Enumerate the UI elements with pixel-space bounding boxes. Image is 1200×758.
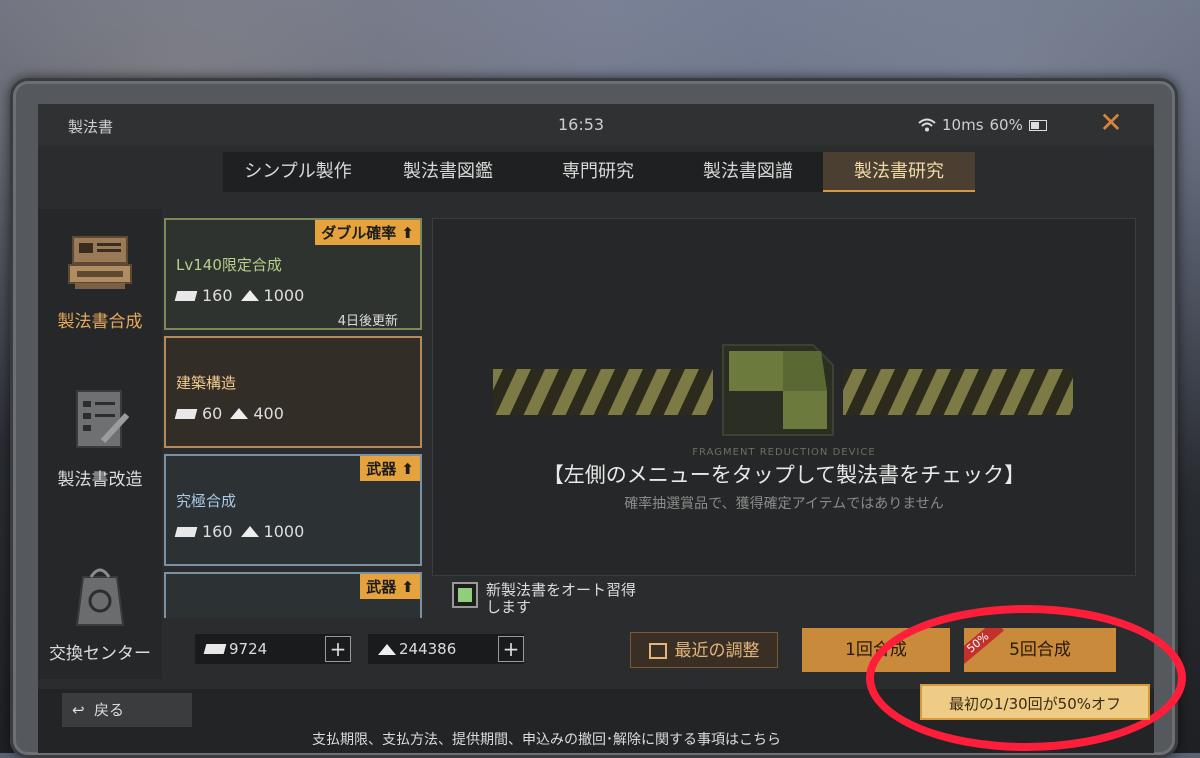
left-nav: 製法書合成 製法書改造 交換センター [38,209,162,679]
ticket-icon [174,408,198,419]
gold-icon [240,526,259,537]
gold-amount: 244386 [399,640,457,658]
recipe-card[interactable]: 武器 ⬆ [164,572,422,618]
auto-learn-option[interactable]: 新製法書をオート習得 します [452,582,636,616]
highlight-circle [866,605,1186,751]
title-bar: 製法書 16:53 10ms 60% ✕ [38,104,1154,146]
promo-tooltip: 最初の1/30回が50%オフ [920,684,1150,720]
wifi-icon [918,118,936,132]
card-tag: 武器 ⬆ [360,574,420,599]
back-button[interactable]: ↩ 戻る [62,693,192,727]
fragment-device-graphic [493,339,1073,439]
detail-panel: FRAGMENT REDUCTION DEVICE 【左側のメニューをタップして… [432,218,1136,576]
window-title: 製法書 [68,118,114,136]
gold-icon [378,643,396,655]
card-cost: 160 1000 [174,286,305,305]
gold-cost: 400 [253,404,284,423]
nav-label-modify: 製法書改造 [57,470,143,490]
battery-icon [1028,119,1047,131]
ping-text: 10ms [942,116,984,134]
card-cost: 60 400 [174,404,284,423]
ticket-icon [174,290,198,301]
legal-link[interactable]: 支払期限、支払方法、提供期間、申込みの撤回･解除に関する事項はこちら [312,729,781,749]
auto-learn-checkbox[interactable] [452,582,478,608]
add-tickets-button[interactable]: + [325,636,351,662]
ticket-amount: 9724 [229,640,268,658]
close-button[interactable]: ✕ [1096,108,1126,138]
gold-balance: 244386 + [368,634,524,664]
nav-item-exchange[interactable]: 交換センター [38,559,162,664]
ticket-icon [203,644,227,654]
tab-recipe-chart[interactable]: 製法書図譜 [673,152,823,192]
gold-icon [240,290,259,301]
nav-label-synthesis: 製法書合成 [57,312,143,332]
tab-bar: シンプル製作 製法書図鑑 専門研究 製法書図譜 製法書研究 [223,152,975,192]
tab-recipe-catalog[interactable]: 製法書図鑑 [373,152,523,192]
device-caption: FRAGMENT REDUCTION DEVICE [692,447,876,458]
modify-icon [76,390,130,448]
ticket-cost: 160 [202,522,233,541]
card-refresh: 4日後更新 [337,314,398,329]
gold-icon [230,408,249,419]
card-tag: 武器 ⬆ [360,456,420,481]
card-tag: ダブル確率 ⬆ [315,220,420,245]
ticket-icon [174,526,198,537]
hint-main: 【左側のメニューをタップして製法書をチェック】 [542,463,1026,487]
card-cost: 160 1000 [174,522,305,541]
synthesis-icon [68,236,132,289]
card-name: 建築構造 [176,374,237,392]
tab-simple-craft[interactable]: シンプル製作 [223,152,373,192]
gold-cost: 1000 [263,522,305,541]
gold-cost: 1000 [263,286,305,305]
hint-sub: 確率抽選賞品で、獲得確定アイテムではありません [624,496,944,512]
nav-item-modify[interactable]: 製法書改造 [38,385,162,490]
ticket-cost: 60 [202,404,223,423]
calendar-icon [648,643,667,659]
nav-item-synthesis[interactable]: 製法書合成 [38,227,162,332]
card-name: 究極合成 [176,492,237,510]
tab-special-research[interactable]: 専門研究 [523,152,673,192]
nav-label-exchange: 交換センター [49,644,151,664]
ticket-cost: 160 [202,286,233,305]
tab-recipe-research[interactable]: 製法書研究 [823,152,975,192]
close-icon: ✕ [1099,106,1123,139]
auto-learn-label: 新製法書をオート習得 します [486,581,637,616]
recipe-card[interactable]: 武器 ⬆ 究極合成 160 1000 [164,454,422,566]
status-area: 10ms 60% [918,116,1047,134]
card-name: Lv140限定合成 [176,256,282,274]
recipe-card[interactable]: 建築構造 60 400 [164,336,422,448]
ticket-balance: 9724 + [195,634,351,664]
exchange-icon [75,568,125,626]
recipe-list: ダブル確率 ⬆ Lv140限定合成 160 1000 4日後更新 建築構造 60… [164,218,426,618]
battery-text: 60% [989,116,1023,134]
recent-adjustments-button[interactable]: 最近の調整 [630,632,778,668]
recipe-card[interactable]: ダブル確率 ⬆ Lv140限定合成 160 1000 4日後更新 [164,218,422,330]
back-icon: ↩ [72,701,85,719]
add-gold-button[interactable]: + [498,636,524,662]
clock: 16:53 [558,115,605,134]
